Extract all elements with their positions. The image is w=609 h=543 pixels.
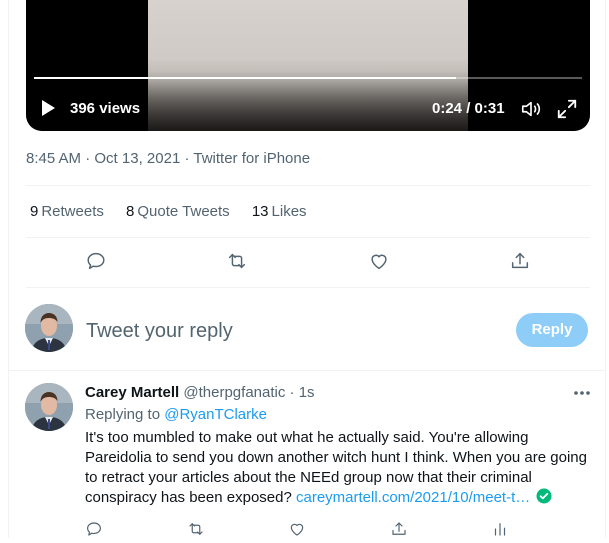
analytics-icon — [494, 523, 506, 536]
reply-submit-button[interactable]: Reply — [516, 313, 588, 347]
tweet-link[interactable]: careymartell.com/2021/10/meet-t… — [296, 489, 530, 506]
reply-button[interactable] — [85, 250, 109, 274]
author-handle[interactable]: @therpgfanatic — [183, 384, 285, 401]
author-name[interactable]: Carey Martell — [85, 384, 179, 401]
volume-icon[interactable] — [520, 98, 542, 120]
retweet-icon — [189, 523, 203, 535]
quote-tweets-stat[interactable]: 8 Quote Tweets — [126, 203, 230, 220]
divider — [26, 287, 590, 288]
reply-button[interactable] — [85, 520, 105, 540]
like-icon — [290, 523, 304, 536]
replying-to-handle[interactable]: @RyanTClarke — [164, 406, 267, 423]
video-time: 0:24 / 0:31 — [432, 100, 505, 118]
video-player[interactable]: 396 views 0:24 / 0:31 — [26, 0, 590, 131]
tweet-stats: 9 Retweets 8 Quote Tweets 13 Likes — [30, 203, 325, 221]
share-icon — [511, 252, 529, 269]
tweet-date[interactable]: Oct 13, 2021 — [94, 150, 180, 167]
duration: 0:31 — [474, 100, 505, 117]
divider — [26, 237, 590, 238]
analytics-button[interactable] — [491, 520, 511, 540]
view-count: 396 views — [70, 100, 141, 117]
reply-input[interactable]: Tweet your reply — [86, 319, 233, 343]
like-icon — [371, 254, 387, 270]
reply-icon — [87, 522, 101, 536]
share-button[interactable] — [509, 250, 533, 274]
retweet-button[interactable] — [187, 520, 207, 540]
retweet-icon — [228, 253, 246, 269]
fullscreen-icon[interactable] — [556, 98, 578, 120]
avatar-image — [25, 383, 73, 431]
play-icon[interactable] — [42, 100, 55, 116]
share-button[interactable] — [390, 520, 410, 540]
divider — [9, 370, 605, 371]
more-options-icon[interactable] — [573, 390, 591, 396]
current-time: 0:24 — [432, 100, 463, 117]
reply-tweet-header: Carey Martell @therpgfanatic · 1s — [85, 384, 315, 401]
share-icon — [392, 522, 406, 535]
divider — [26, 185, 590, 186]
tweet-age[interactable]: 1s — [299, 384, 315, 401]
tweet-time[interactable]: 8:45 AM — [26, 150, 81, 167]
tweet-timestamp: 8:45 AM · Oct 13, 2021 · Twitter for iPh… — [26, 150, 311, 167]
avatar[interactable] — [25, 383, 73, 431]
replying-to: Replying to @RyanTClarke — [85, 406, 267, 423]
video-progress-fill — [34, 77, 456, 79]
video-progress-bar[interactable] — [34, 77, 582, 79]
likes-stat[interactable]: 13 Likes — [252, 203, 307, 220]
tweet-source[interactable]: Twitter for iPhone — [193, 150, 310, 167]
like-button[interactable] — [368, 250, 392, 274]
reply-icon — [87, 252, 105, 270]
time-separator: / — [462, 100, 475, 117]
retweet-button[interactable] — [226, 250, 250, 274]
avatar[interactable] — [25, 304, 73, 352]
like-button[interactable] — [288, 520, 308, 540]
reply-tweet-text: It's too mumbled to make out what he act… — [85, 428, 595, 508]
checkmark-icon — [536, 488, 552, 504]
retweets-stat[interactable]: 9 Retweets — [30, 203, 104, 220]
avatar-image — [25, 304, 73, 352]
